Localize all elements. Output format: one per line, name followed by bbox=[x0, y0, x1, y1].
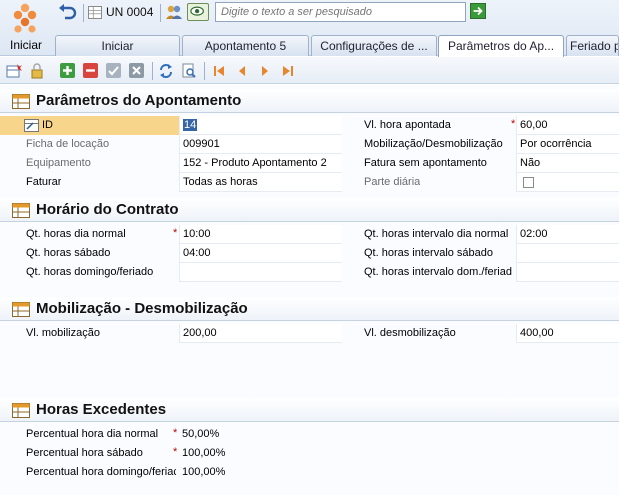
tab-configuracoes[interactable]: Configurações de ... bbox=[311, 35, 437, 56]
search-input[interactable] bbox=[215, 2, 466, 22]
horas-normal-label: Qt. horas dia normal bbox=[26, 228, 126, 240]
unit-selector[interactable]: UN 0004 bbox=[88, 3, 153, 21]
lock-icon[interactable] bbox=[29, 63, 44, 79]
required-mark: * bbox=[173, 427, 178, 439]
parte-field bbox=[516, 173, 619, 192]
section-title: Parâmetros do Apontamento bbox=[36, 92, 242, 109]
previous-icon[interactable] bbox=[234, 63, 249, 78]
perc-normal-field[interactable]: 50,00% bbox=[179, 425, 342, 444]
section-header: Horário do Contrato bbox=[0, 198, 619, 222]
horas-normal-field[interactable]: 10:00 bbox=[179, 225, 342, 244]
horas-sabado-label: Qt. horas sábado bbox=[26, 247, 111, 259]
section-horas-excedentes: Horas Excedentes Percentual hora dia nor… bbox=[0, 398, 619, 495]
start-label: Iniciar bbox=[9, 38, 42, 52]
desmob-label: Vl. desmobilização bbox=[364, 327, 456, 339]
section-header: Mobilização - Desmobilização bbox=[0, 297, 619, 321]
toolbar-separator bbox=[160, 4, 161, 22]
last-icon[interactable] bbox=[280, 63, 295, 78]
int-dom-label: Qt. horas intervalo dom./feriad bbox=[364, 266, 512, 278]
section-header: Horas Excedentes bbox=[0, 398, 619, 422]
toolbar-separator bbox=[204, 62, 205, 80]
section-title: Horário do Contrato bbox=[36, 201, 179, 218]
required-mark: * bbox=[511, 118, 516, 130]
ficha-field[interactable]: 009901 bbox=[179, 135, 342, 154]
id-value: 14 bbox=[183, 119, 198, 131]
first-icon[interactable] bbox=[211, 63, 226, 78]
preview-icon[interactable] bbox=[181, 63, 196, 78]
new-record-icon[interactable] bbox=[6, 63, 22, 78]
tab-iniciar[interactable]: Iniciar bbox=[55, 35, 180, 56]
record-toolbar bbox=[0, 57, 619, 84]
desmob-field[interactable]: 400,00 bbox=[516, 324, 619, 343]
horas-domingo-field[interactable] bbox=[179, 263, 342, 282]
table-icon bbox=[12, 94, 30, 109]
int-dom-field[interactable] bbox=[516, 263, 619, 282]
faturar-label: Faturar bbox=[26, 176, 62, 188]
grid-icon bbox=[88, 5, 102, 19]
mobil-field[interactable]: Por ocorrência bbox=[516, 135, 619, 154]
undo-icon[interactable] bbox=[57, 3, 77, 21]
id-row: ID 14 bbox=[0, 116, 342, 135]
perc-normal-label: Percentual hora dia normal bbox=[26, 428, 159, 440]
ficha-label: Ficha de locação bbox=[26, 138, 110, 150]
table-icon bbox=[12, 203, 30, 218]
section-horario: Horário do Contrato Qt. horas dia normal… bbox=[0, 198, 619, 286]
horas-sabado-field[interactable]: 04:00 bbox=[179, 244, 342, 263]
confirm-icon[interactable] bbox=[106, 63, 121, 78]
fatura-sem-field[interactable]: Não bbox=[516, 154, 619, 173]
perc-domingo-label: Percentual hora domingo/feriac bbox=[26, 466, 176, 478]
next-icon[interactable] bbox=[257, 63, 272, 78]
tab-parametros[interactable]: Parâmetros do Ap... bbox=[438, 35, 564, 57]
required-mark: * bbox=[173, 227, 178, 239]
top-bar: Iniciar UN 0004 Inic bbox=[0, 0, 619, 57]
users-icon[interactable] bbox=[165, 3, 183, 21]
section-mobilizacao: Mobilização - Desmobilização Vl. mobiliz… bbox=[0, 297, 619, 349]
perc-sabado-label: Percentual hora sábado bbox=[26, 447, 143, 459]
key-grid-icon bbox=[24, 119, 39, 132]
perc-domingo-field[interactable]: 100,00% bbox=[179, 463, 342, 482]
section-title: Horas Excedentes bbox=[36, 401, 167, 418]
add-icon[interactable] bbox=[60, 63, 75, 78]
mob-field[interactable]: 200,00 bbox=[179, 324, 342, 343]
start-logo-icon bbox=[13, 3, 37, 33]
int-sabado-field[interactable] bbox=[516, 244, 619, 263]
search-go-button[interactable] bbox=[470, 3, 486, 19]
horas-domingo-label: Qt. horas domingo/feriado bbox=[26, 266, 154, 278]
int-normal-field[interactable]: 02:00 bbox=[516, 225, 619, 244]
section-title: Mobilização - Desmobilização bbox=[36, 300, 248, 317]
required-mark: * bbox=[173, 446, 178, 458]
toolbar-separator bbox=[83, 4, 84, 22]
vl-hora-label: Vl. hora apontada bbox=[364, 119, 451, 131]
mob-label: Vl. mobilização bbox=[26, 327, 100, 339]
int-sabado-label: Qt. horas intervalo sábado bbox=[364, 247, 494, 259]
remove-icon[interactable] bbox=[83, 63, 98, 78]
refresh-icon[interactable] bbox=[158, 63, 173, 78]
section-parametros: Parâmetros do Apontamento ID 14 Vl. hora… bbox=[0, 89, 619, 195]
equip-label: Equipamento bbox=[26, 157, 91, 169]
int-normal-label: Qt. horas intervalo dia normal bbox=[364, 228, 509, 240]
parte-checkbox[interactable] bbox=[523, 177, 534, 188]
unit-label: UN 0004 bbox=[106, 5, 154, 19]
section-header: Parâmetros do Apontamento bbox=[0, 89, 619, 113]
toolbar-separator bbox=[152, 62, 153, 80]
equip-field[interactable]: 152 - Produto Apontamento 2 bbox=[179, 154, 342, 173]
parte-label: Parte diária bbox=[364, 176, 421, 188]
vl-hora-field[interactable]: 60,00 bbox=[516, 116, 619, 135]
cancel-icon[interactable] bbox=[129, 63, 144, 78]
table-icon bbox=[12, 403, 30, 418]
form-content: Parâmetros do Apontamento ID 14 Vl. hora… bbox=[0, 85, 619, 495]
eye-icon[interactable] bbox=[187, 3, 209, 21]
table-icon bbox=[12, 302, 30, 317]
tab-feriado[interactable]: Feriado p bbox=[566, 35, 619, 56]
id-label: ID bbox=[42, 119, 53, 131]
fatura-sem-label: Fatura sem apontamento bbox=[364, 157, 487, 169]
mobil-label: Mobilização/Desmobilização bbox=[364, 138, 503, 150]
start-button[interactable]: Iniciar bbox=[0, 0, 52, 56]
tab-bar: Iniciar Apontamento 5 Configurações de .… bbox=[55, 35, 619, 57]
tab-apontamento[interactable]: Apontamento 5 bbox=[182, 35, 309, 56]
faturar-field[interactable]: Todas as horas bbox=[179, 173, 342, 192]
id-field[interactable]: 14 bbox=[179, 116, 342, 135]
perc-sabado-field[interactable]: 100,00% bbox=[179, 444, 342, 463]
